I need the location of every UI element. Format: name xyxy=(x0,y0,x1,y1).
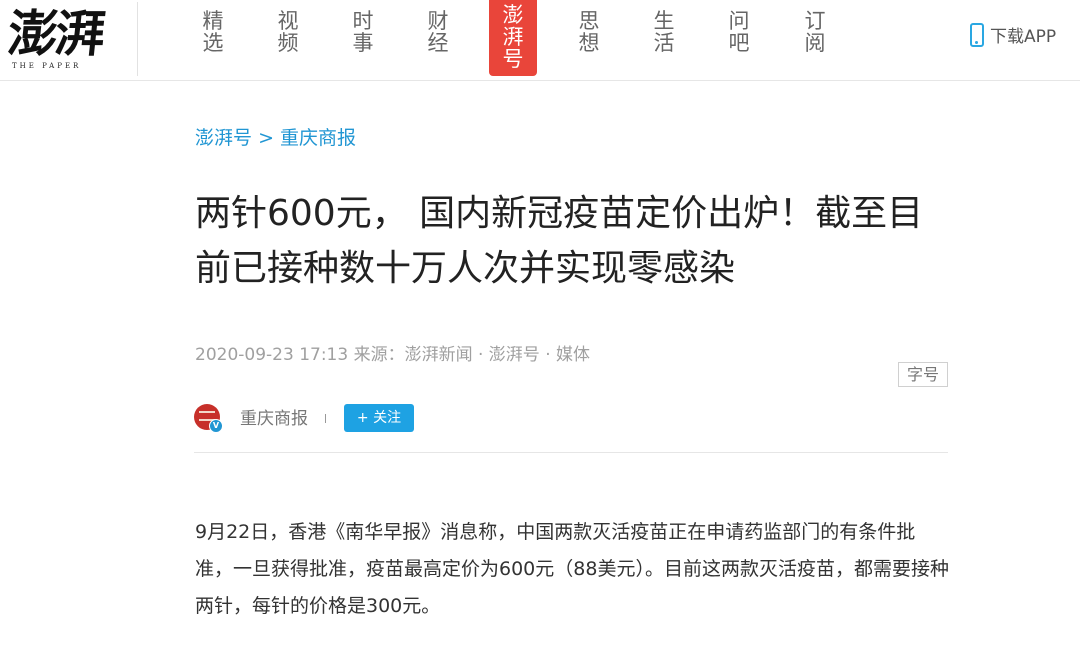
site-logo[interactable]: 澎湃 THE PAPER xyxy=(4,2,138,76)
logo-wordmark: 澎湃 xyxy=(4,4,106,63)
author-avatar[interactable]: V xyxy=(194,404,223,433)
section-divider xyxy=(194,452,948,453)
article-title: 两针600元， 国内新冠疫苗定价出炉！截至目前已接种数十万人次并实现零感染 xyxy=(195,193,924,289)
font-size-button[interactable]: 字号 xyxy=(898,362,948,387)
nav-item-wenba[interactable]: 问吧 xyxy=(726,10,752,54)
nav-item-sixiang[interactable]: 思想 xyxy=(576,10,602,54)
author-name[interactable]: 重庆商报 xyxy=(240,404,308,429)
article-paragraph: 9月22日，香港《南华早报》消息称，中国两款灭活疫苗正在申请药监部门的有条件批准… xyxy=(195,521,949,617)
verified-icon: V xyxy=(209,419,223,433)
nav-item-shenghuo[interactable]: 生活 xyxy=(651,10,677,54)
article-meta: 2020-09-23 17:13 来源：澎湃新闻 · 澎湃号 · 媒体 xyxy=(195,345,591,365)
logo-tagline: THE PAPER xyxy=(12,62,82,70)
phone-icon xyxy=(970,22,984,47)
nav-item-jingxuan[interactable]: 精选 xyxy=(200,10,226,54)
breadcrumb: 澎湃号 > 重庆商报 xyxy=(195,123,356,150)
site-header: 澎湃 THE PAPER 精选 视频 时事 财经 澎湃号 思想 生活 问吧 订阅… xyxy=(0,0,1080,81)
nav-item-shishi[interactable]: 时事 xyxy=(350,10,376,54)
follow-button[interactable]: + 关注 xyxy=(344,404,414,432)
nav-item-caijing[interactable]: 财经 xyxy=(425,10,451,54)
download-app-label: 下载APP xyxy=(990,27,1057,47)
breadcrumb-root[interactable]: 澎湃号 xyxy=(195,127,252,149)
nav-item-shipin[interactable]: 视频 xyxy=(275,10,301,54)
nav-item-pengpaihao[interactable]: 澎湃号 xyxy=(489,0,537,76)
nav-item-dingyue[interactable]: 订阅 xyxy=(802,10,828,54)
breadcrumb-current[interactable]: 重庆商报 xyxy=(280,127,356,149)
author-divider xyxy=(325,414,326,423)
download-app-button[interactable]: 下载APP xyxy=(970,22,1056,47)
breadcrumb-separator: > xyxy=(258,127,274,149)
